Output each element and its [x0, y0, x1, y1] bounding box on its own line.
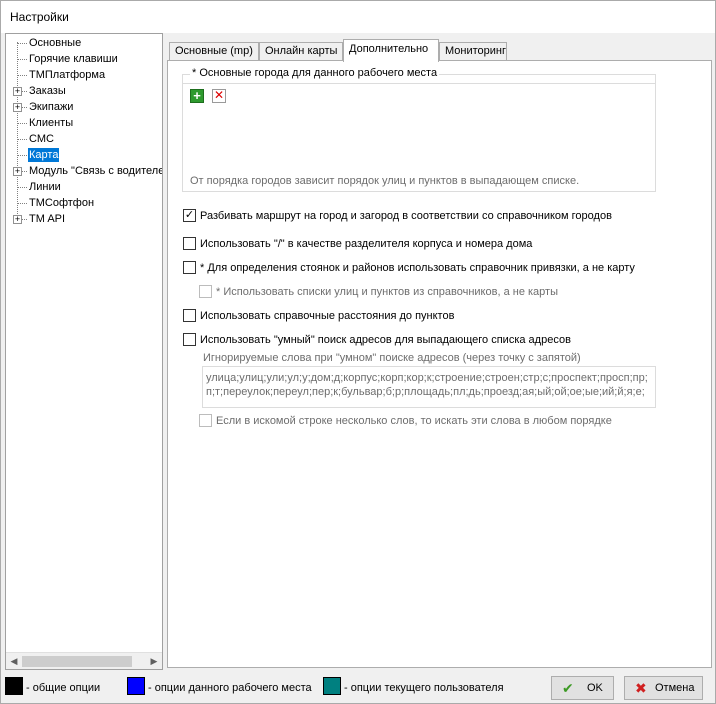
- tab-label: Основные (mp): [175, 45, 253, 57]
- ignored-words-label: Игнорируемые слова при "умном" поиске ад…: [203, 352, 581, 364]
- cancel-x-icon: ✖: [635, 680, 647, 696]
- tree-item-label: Основные: [29, 37, 82, 49]
- delete-city-icon[interactable]: ✕: [212, 89, 226, 103]
- tree-item[interactable]: ТМСофтфон: [6, 195, 162, 211]
- tree-item[interactable]: ТМПлатформа: [6, 67, 162, 83]
- expand-icon[interactable]: +: [13, 103, 22, 112]
- tree-item[interactable]: + TM API: [6, 211, 162, 227]
- scroll-right-arrow-icon[interactable]: ▶: [147, 655, 161, 668]
- scroll-thumb[interactable]: [22, 656, 132, 667]
- tree-item[interactable]: + Модуль "Связь с водителем": [6, 163, 162, 179]
- legend-swatch-workplace: [127, 677, 145, 695]
- main-cities-group: * Основные города для данного рабочего м…: [182, 67, 656, 192]
- cancel-button-label: Отмена: [655, 682, 695, 694]
- reference-distances-label: Использовать справочные расстояния до пу…: [200, 310, 455, 322]
- scroll-left-arrow-icon[interactable]: ◀: [7, 655, 21, 668]
- legend-workplace: - опции данного рабочего места: [127, 677, 317, 695]
- expand-icon[interactable]: +: [13, 215, 22, 224]
- tree-item[interactable]: Линии: [6, 179, 162, 195]
- tree-item-label: ТМПлатформа: [29, 69, 106, 81]
- tree-connector: [17, 59, 27, 60]
- tree-connector: [17, 155, 27, 156]
- tab-online-maps[interactable]: Онлайн карты: [259, 42, 343, 61]
- settings-tree[interactable]: Основные Горячие клавиши ТМПлатформа + Заказ…: [5, 33, 163, 670]
- tree-item[interactable]: Карта: [6, 147, 162, 163]
- legend-general: - общие опции: [5, 677, 120, 695]
- tree-item-label: Линии: [29, 181, 61, 193]
- tree-item[interactable]: Клиенты: [6, 115, 162, 131]
- title-bar: Настройки: [1, 1, 715, 33]
- tree-item-label: Клиенты: [29, 117, 74, 129]
- ok-check-icon: ✔: [562, 680, 574, 696]
- tree-item-label: ТМСофтфон: [29, 197, 95, 209]
- binding-directory-label: * Для определения стоянок и районов испо…: [200, 262, 635, 274]
- tree-item[interactable]: Горячие клавиши: [6, 51, 162, 67]
- tab-label: Онлайн карты: [265, 45, 338, 57]
- slash-separator-checkbox[interactable]: [183, 237, 196, 250]
- ignored-words-field: улица;улиц;ули;ул;у;дом;д;корпус;корп;ко…: [202, 366, 656, 408]
- tree-connector: [17, 139, 27, 140]
- tree-item[interactable]: + Экипажи: [6, 99, 162, 115]
- tree-connector: [17, 43, 27, 44]
- settings-window: Настройки Основные Горячие клавиши ТМПлатф…: [0, 0, 716, 704]
- binding-directory-checkbox[interactable]: [183, 261, 196, 274]
- tree-item-label: Модуль "Связь с водителем": [29, 165, 163, 177]
- tree-item[interactable]: Основные: [6, 35, 162, 51]
- cancel-button[interactable]: ✖ Отмена: [624, 676, 703, 700]
- tab-monitoring[interactable]: Мониторинг: [439, 42, 507, 61]
- group-divider: [183, 83, 655, 84]
- tab-main-mp[interactable]: Основные (mp): [169, 42, 259, 61]
- tree-connector: [17, 187, 27, 188]
- smart-search-checkbox[interactable]: [183, 333, 196, 346]
- tree-connector: [17, 75, 27, 76]
- expand-icon[interactable]: +: [13, 167, 22, 176]
- split-route-checkbox[interactable]: ✓: [183, 209, 196, 222]
- tree-connector: [17, 203, 27, 204]
- street-lists-checkbox: [199, 285, 212, 298]
- cities-hint: От порядка городов зависит порядок улиц …: [190, 175, 580, 187]
- legend-swatch-general: [5, 677, 23, 695]
- smart-search-label: Использовать "умный" поиск адресов для в…: [200, 334, 571, 346]
- tree-item[interactable]: СМС: [6, 131, 162, 147]
- legend-swatch-user: [323, 677, 341, 695]
- ok-button-label: OK: [587, 682, 603, 694]
- tree-item-label: Экипажи: [29, 101, 74, 113]
- tree-item-label: Заказы: [29, 85, 66, 97]
- reference-distances-checkbox[interactable]: [183, 309, 196, 322]
- expand-icon[interactable]: +: [13, 87, 22, 96]
- tab-panel-additional: * Основные города для данного рабочего м…: [167, 60, 712, 668]
- tree-horizontal-scrollbar[interactable]: ◀ ▶: [6, 652, 162, 669]
- legend-user: - опции текущего пользователя: [323, 677, 523, 695]
- main-cities-title: * Основные города для данного рабочего м…: [190, 67, 440, 79]
- tree-connector: [17, 123, 27, 124]
- split-route-label: Разбивать маршрут на город и загород в с…: [200, 210, 612, 222]
- tab-label: Дополнительно: [349, 43, 429, 55]
- add-city-icon[interactable]: +: [190, 89, 204, 103]
- legend-label-user: - опции текущего пользователя: [344, 682, 504, 694]
- tree-item[interactable]: + Заказы: [6, 83, 162, 99]
- tree-item-label: TM API: [29, 213, 66, 225]
- any-order-checkbox: [199, 414, 212, 427]
- slash-separator-label: Использовать "/" в качестве разделителя …: [200, 238, 533, 250]
- any-order-label: Если в искомой строке несколько слов, то…: [216, 415, 612, 427]
- tree-item-label: СМС: [29, 133, 54, 145]
- window-title: Настройки: [10, 10, 69, 24]
- tab-additional[interactable]: Дополнительно: [343, 39, 439, 62]
- tree-item-label: Горячие клавиши: [29, 53, 118, 65]
- legend-label-general: - общие опции: [26, 682, 101, 694]
- street-lists-label: * Использовать списки улиц и пунктов из …: [216, 286, 558, 298]
- legend-label-workplace: - опции данного рабочего места: [148, 682, 312, 694]
- ok-button[interactable]: ✔ OK: [551, 676, 614, 700]
- tree-item-label: Карта: [28, 148, 60, 162]
- tab-label: Мониторинг: [445, 45, 507, 57]
